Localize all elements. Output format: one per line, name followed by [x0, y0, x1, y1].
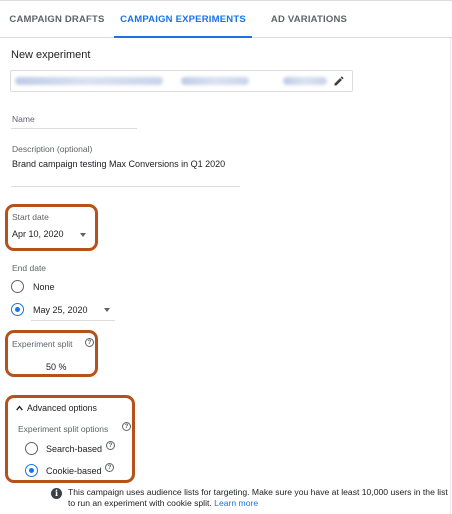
experiment-split-label: Experiment split	[12, 339, 73, 349]
help-icon[interactable]: ?	[105, 463, 114, 472]
campaign-selector[interactable]	[10, 70, 353, 92]
end-date-none-label: None	[33, 282, 55, 292]
end-date-specific-radio[interactable]	[11, 303, 24, 316]
help-icon[interactable]: ?	[85, 338, 94, 347]
split-options-label: Experiment split options	[18, 424, 109, 434]
edit-campaign-button[interactable]	[330, 72, 348, 90]
help-icon[interactable]: ?	[106, 441, 115, 450]
tab-campaign-drafts[interactable]: CAMPAIGN DRAFTS	[0, 1, 114, 38]
panel-border	[450, 38, 451, 514]
pencil-icon	[334, 76, 344, 86]
tab-ad-variations[interactable]: AD VARIATIONS	[252, 1, 366, 38]
page-title: New experiment	[11, 49, 91, 61]
help-icon[interactable]: ?	[122, 422, 131, 431]
experiment-split-input[interactable]: 50 %	[46, 362, 67, 372]
tab-campaign-experiments[interactable]: CAMPAIGN EXPERIMENTS	[114, 1, 252, 38]
chevron-up-icon	[16, 405, 23, 411]
blurred-campaign-meta	[283, 77, 327, 85]
advanced-options-toggle[interactable]: Advanced options	[16, 403, 126, 415]
learn-more-link[interactable]: Learn more	[214, 498, 258, 508]
advanced-options-label: Advanced options	[27, 403, 97, 413]
description-input-underline	[11, 186, 240, 187]
name-field-label: Name	[12, 114, 35, 124]
end-date-dropdown-icon[interactable]	[104, 308, 110, 312]
cookie-based-label: Cookie-based	[46, 466, 102, 476]
blurred-campaign-name	[15, 77, 163, 85]
search-based-radio[interactable]	[25, 442, 38, 455]
end-date-none-radio[interactable]	[11, 280, 24, 293]
info-icon: i	[51, 488, 62, 499]
description-input-value[interactable]: Brand campaign testing Max Conversions i…	[12, 159, 225, 169]
tab-bar: CAMPAIGN DRAFTS CAMPAIGN EXPERIMENTS AD …	[0, 0, 452, 38]
cookie-based-radio[interactable]	[25, 464, 38, 477]
blurred-campaign-detail	[181, 77, 249, 85]
start-date-dropdown-icon[interactable]	[80, 233, 86, 237]
end-date-underline	[31, 320, 115, 321]
description-field-label: Description (optional)	[12, 144, 93, 154]
start-date-value[interactable]: Apr 10, 2020	[12, 229, 64, 239]
info-message: This campaign uses audience lists for ta…	[68, 487, 448, 509]
end-date-label: End date	[12, 263, 47, 273]
name-input[interactable]	[11, 128, 137, 129]
end-date-value[interactable]: May 25, 2020	[33, 305, 88, 315]
start-date-label: Start date	[12, 212, 49, 222]
search-based-label: Search-based	[46, 444, 103, 454]
